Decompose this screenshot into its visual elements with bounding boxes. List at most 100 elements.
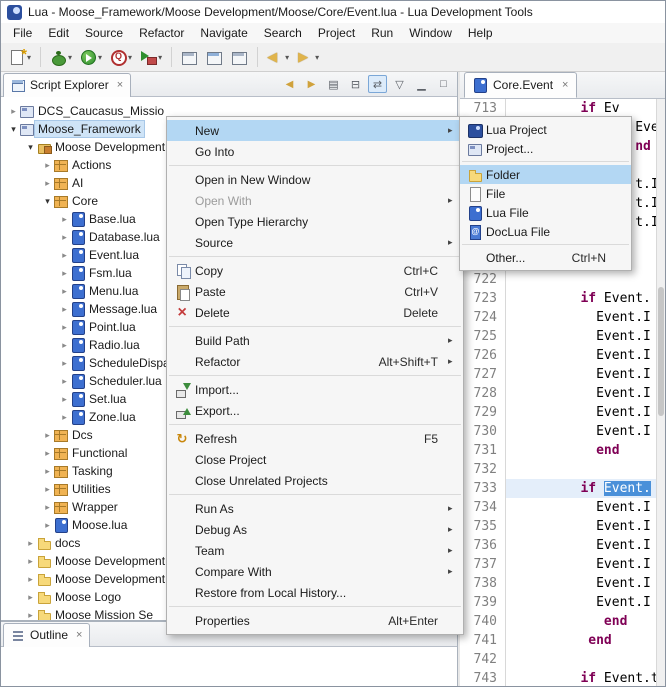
code-line[interactable]: 741 end xyxy=(460,631,657,650)
dropdown-caret[interactable]: ▾ xyxy=(315,53,319,62)
menu-item-import[interactable]: Import... xyxy=(167,379,463,400)
expand-arrow[interactable]: ▾ xyxy=(41,196,54,207)
menu-item-refactor[interactable]: RefactorAlt+Shift+T▸ xyxy=(167,351,463,372)
forward-button[interactable]: ▾ xyxy=(294,46,322,69)
menu-item-file[interactable]: File xyxy=(460,184,631,203)
menu-source[interactable]: Source xyxy=(77,24,131,42)
code-line[interactable]: 725 Event.I xyxy=(460,327,657,346)
back-button[interactable]: ▾ xyxy=(264,46,292,69)
expand-arrow[interactable]: ▸ xyxy=(41,430,54,441)
close-icon[interactable]: × xyxy=(76,629,82,641)
grid-button-2[interactable] xyxy=(203,46,226,69)
menu-window[interactable]: Window xyxy=(401,24,460,42)
line-number[interactable]: 726 xyxy=(460,346,506,365)
line-number[interactable]: 732 xyxy=(460,460,506,479)
scrollbar-thumb[interactable] xyxy=(658,287,664,416)
dropdown-caret[interactable]: ▾ xyxy=(285,53,289,62)
menu-item-refresh[interactable]: RefreshF5 xyxy=(167,428,463,449)
menu-item-project[interactable]: Project... xyxy=(460,139,631,158)
code-line[interactable]: 735 Event.I xyxy=(460,517,657,536)
dropdown-caret[interactable]: ▾ xyxy=(98,53,102,62)
menu-item-compare-with[interactable]: Compare With▸ xyxy=(167,561,463,582)
collapse-all-button[interactable]: ⊟ xyxy=(346,75,365,93)
expand-arrow[interactable]: ▸ xyxy=(58,412,71,423)
menu-item-run-as[interactable]: Run As▸ xyxy=(167,498,463,519)
debug-button[interactable]: ▾ xyxy=(47,46,75,69)
line-number[interactable]: 733 xyxy=(460,479,506,498)
forward-button[interactable]: ▶ xyxy=(302,75,321,93)
line-number[interactable]: 743 xyxy=(460,669,506,686)
code-line[interactable]: 733 if Event. xyxy=(460,479,657,498)
menu-run[interactable]: Run xyxy=(363,24,401,42)
line-number[interactable]: 738 xyxy=(460,574,506,593)
menu-item-folder[interactable]: Folder xyxy=(460,165,631,184)
close-icon[interactable]: × xyxy=(117,79,123,91)
expand-arrow[interactable]: ▸ xyxy=(41,160,54,171)
line-number[interactable]: 727 xyxy=(460,365,506,384)
line-number[interactable]: 742 xyxy=(460,650,506,669)
code-line[interactable]: 743 if Event.ta xyxy=(460,669,657,686)
menu-item-close-project[interactable]: Close Project xyxy=(167,449,463,470)
expand-arrow[interactable]: ▾ xyxy=(24,142,37,153)
new-button[interactable]: ▾ xyxy=(6,46,34,69)
menu-item-open-with[interactable]: Open With▸ xyxy=(167,190,463,211)
code-line[interactable]: 736 Event.I xyxy=(460,536,657,555)
expand-arrow[interactable]: ▸ xyxy=(7,106,20,117)
code-line[interactable]: 739 Event.I xyxy=(460,593,657,612)
editor-scrollbar[interactable] xyxy=(656,99,665,686)
code-line[interactable]: 737 Event.I xyxy=(460,555,657,574)
expand-arrow[interactable]: ▸ xyxy=(58,394,71,405)
tab-outline[interactable]: Outline × xyxy=(3,623,90,647)
profile-button[interactable]: ▾ xyxy=(107,46,135,69)
line-number[interactable]: 736 xyxy=(460,536,506,555)
link-with-editor-button[interactable]: ⇄ xyxy=(368,75,387,93)
code-line[interactable]: 731 end xyxy=(460,441,657,460)
code-line[interactable]: 740 end xyxy=(460,612,657,631)
expand-arrow[interactable]: ▸ xyxy=(24,592,37,603)
menu-navigate[interactable]: Navigate xyxy=(192,24,255,42)
menu-item-debug-as[interactable]: Debug As▸ xyxy=(167,519,463,540)
line-number[interactable]: 741 xyxy=(460,631,506,650)
line-number[interactable]: 730 xyxy=(460,422,506,441)
menu-item-restore-from-local-history[interactable]: Restore from Local History... xyxy=(167,582,463,603)
menu-item-source[interactable]: Source▸ xyxy=(167,232,463,253)
expand-arrow[interactable]: ▸ xyxy=(41,466,54,477)
dropdown-caret[interactable]: ▾ xyxy=(158,53,162,62)
menu-item-open-in-new-window[interactable]: Open in New Window xyxy=(167,169,463,190)
menu-refactor[interactable]: Refactor xyxy=(131,24,192,42)
menu-item-new[interactable]: New▸ xyxy=(167,120,463,141)
expand-arrow[interactable]: ▸ xyxy=(58,376,71,387)
expand-arrow[interactable]: ▸ xyxy=(58,340,71,351)
menu-item-close-unrelated-projects[interactable]: Close Unrelated Projects xyxy=(167,470,463,491)
line-number[interactable]: 723 xyxy=(460,289,506,308)
expand-arrow[interactable]: ▸ xyxy=(24,538,37,549)
line-number[interactable]: 724 xyxy=(460,308,506,327)
expand-arrow[interactable]: ▸ xyxy=(24,556,37,567)
tab-script-explorer[interactable]: Script Explorer × xyxy=(3,73,131,97)
code-line[interactable]: 732 xyxy=(460,460,657,479)
expand-arrow[interactable]: ▸ xyxy=(58,322,71,333)
view-menu-button[interactable]: ▽ xyxy=(390,75,409,93)
menu-item-open-type-hierarchy[interactable]: Open Type Hierarchy xyxy=(167,211,463,232)
line-number[interactable]: 735 xyxy=(460,517,506,536)
expand-arrow[interactable]: ▸ xyxy=(58,358,71,369)
dropdown-caret[interactable]: ▾ xyxy=(27,53,31,62)
menu-item-lua-project[interactable]: Lua Project xyxy=(460,120,631,139)
expand-arrow[interactable]: ▸ xyxy=(41,502,54,513)
line-number[interactable]: 740 xyxy=(460,612,506,631)
menu-item-go-into[interactable]: Go Into xyxy=(167,141,463,162)
menu-item-paste[interactable]: PasteCtrl+V xyxy=(167,281,463,302)
code-line[interactable]: 724 Event.I xyxy=(460,308,657,327)
menu-item-properties[interactable]: PropertiesAlt+Enter xyxy=(167,610,463,631)
menu-edit[interactable]: Edit xyxy=(40,24,77,42)
menu-project[interactable]: Project xyxy=(310,24,363,42)
menu-item-copy[interactable]: CopyCtrl+C xyxy=(167,260,463,281)
line-number[interactable]: 722 xyxy=(460,270,506,289)
back-button[interactable]: ◀ xyxy=(280,75,299,93)
menu-item-doclua-file[interactable]: DocLua File xyxy=(460,222,631,241)
code-line[interactable]: 730 Event.I xyxy=(460,422,657,441)
code-line[interactable]: 727 Event.I xyxy=(460,365,657,384)
code-line[interactable]: 729 Event.I xyxy=(460,403,657,422)
expand-arrow[interactable]: ▸ xyxy=(24,574,37,585)
expand-arrow[interactable]: ▸ xyxy=(58,268,71,279)
